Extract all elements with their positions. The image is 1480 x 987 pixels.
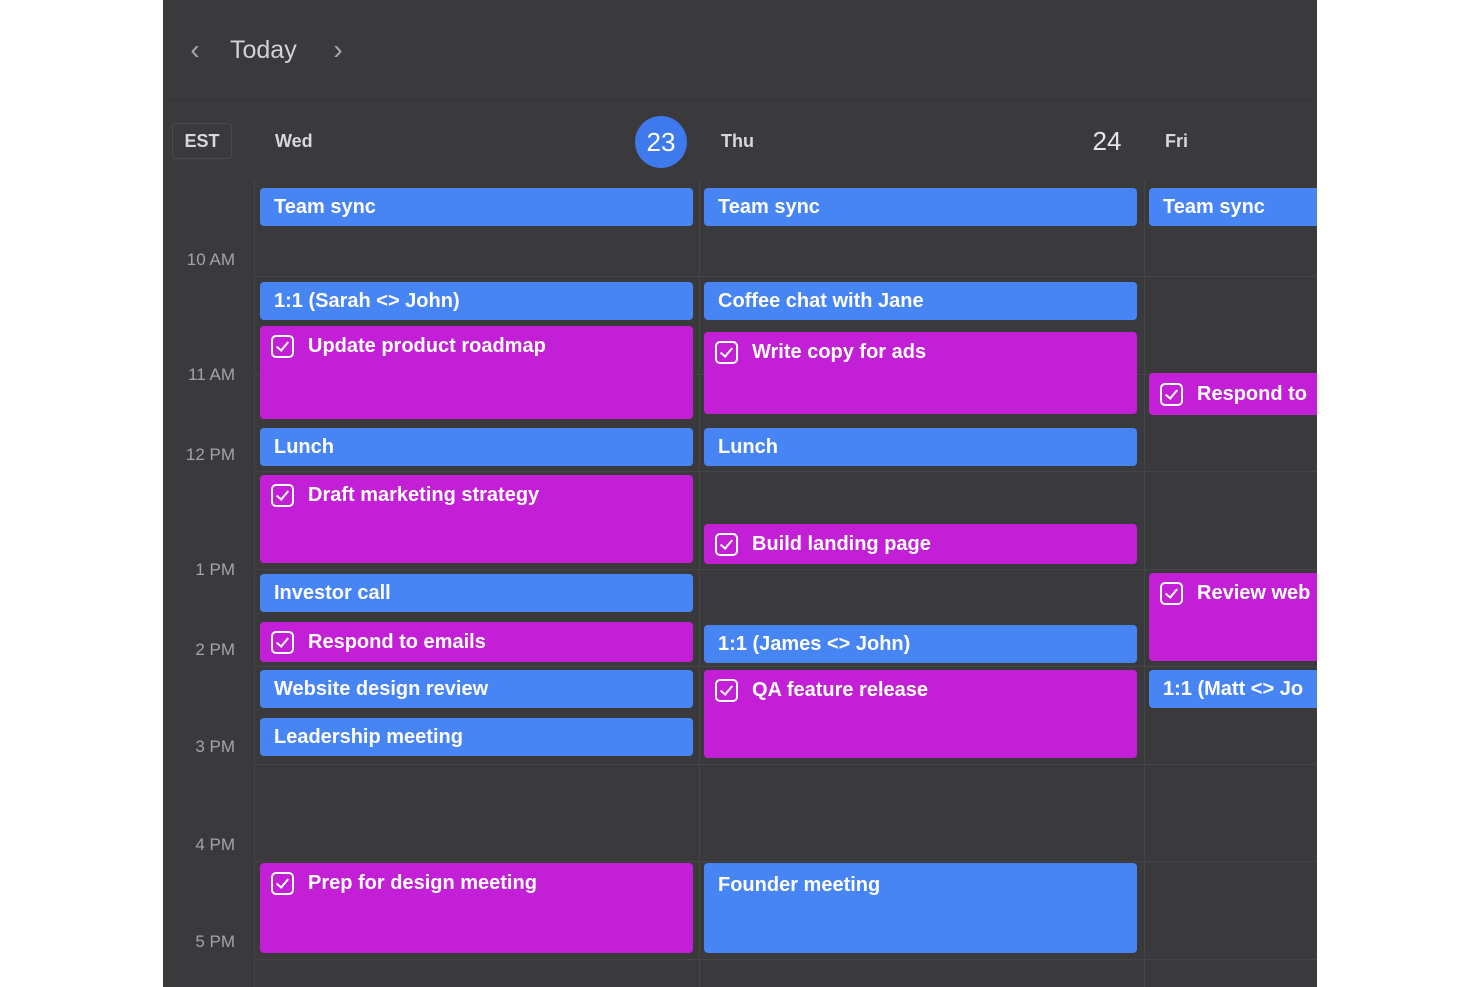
checkbox-icon[interactable]	[715, 679, 738, 702]
hour-line	[254, 861, 1317, 862]
event-one-on-one-james-john[interactable]: 1:1 (James <> John)	[704, 625, 1137, 663]
task-qa-feature-release[interactable]: QA feature release	[704, 670, 1137, 758]
hour-line	[254, 764, 1317, 765]
hour-line	[254, 666, 1317, 667]
event-title: 1:1 (Sarah <> John)	[274, 289, 460, 312]
day-name-wed[interactable]: Wed	[275, 129, 313, 153]
checkbox-icon[interactable]	[1160, 382, 1183, 406]
event-team-sync-fri[interactable]: Team sync	[1149, 188, 1317, 226]
event-team-sync-wed[interactable]: Team sync	[260, 188, 693, 226]
column-divider	[1144, 180, 1145, 987]
event-lunch-thu[interactable]: Lunch	[704, 428, 1137, 466]
task-update-product-roadmap[interactable]: Update product roadmap	[260, 326, 693, 419]
event-leadership-meeting[interactable]: Leadership meeting	[260, 718, 693, 756]
task-prep-for-design-meeting[interactable]: Prep for design meeting	[260, 863, 693, 953]
event-title: Prep for design meeting	[308, 872, 537, 894]
checkbox-icon[interactable]	[271, 335, 294, 358]
calendar-app: ‹ Today › EST Wed 23 Thu 24 Fri 10 AM 11…	[163, 0, 1317, 987]
column-divider	[254, 180, 255, 987]
hour-line	[254, 471, 1317, 472]
event-lunch-wed[interactable]: Lunch	[260, 428, 693, 466]
timezone-label: EST	[172, 123, 232, 159]
event-title: Team sync	[718, 195, 820, 218]
checkbox-icon[interactable]	[271, 872, 294, 895]
event-title: Founder meeting	[718, 874, 881, 896]
task-draft-marketing-strategy[interactable]: Draft marketing strategy	[260, 475, 693, 563]
time-label-4pm: 4 PM	[195, 835, 235, 854]
event-one-on-one-matt[interactable]: 1:1 (Matt <> Jo	[1149, 670, 1317, 708]
task-respond-to-fri[interactable]: Respond to	[1149, 373, 1317, 415]
hour-line	[254, 276, 1317, 277]
chevron-right-icon[interactable]: ›	[326, 32, 350, 68]
toolbar: ‹ Today ›	[163, 0, 1317, 100]
event-title: Respond to emails	[308, 630, 486, 653]
event-coffee-chat-with-jane[interactable]: Coffee chat with Jane	[704, 282, 1137, 320]
event-title: Review web	[1197, 582, 1311, 604]
event-title: Respond to	[1197, 382, 1307, 405]
chevron-left-icon[interactable]: ‹	[183, 32, 207, 68]
day-name-thu[interactable]: Thu	[721, 129, 754, 153]
event-website-design-review[interactable]: Website design review	[260, 670, 693, 708]
event-title: Website design review	[274, 677, 489, 700]
task-build-landing-page[interactable]: Build landing page	[704, 524, 1137, 564]
column-divider	[699, 180, 700, 987]
event-title: 1:1 (James <> John)	[718, 632, 911, 655]
task-write-copy-for-ads[interactable]: Write copy for ads	[704, 332, 1137, 414]
task-review-web[interactable]: Review web	[1149, 573, 1317, 661]
checkbox-icon[interactable]	[1160, 582, 1183, 605]
checkbox-icon[interactable]	[271, 484, 294, 507]
checkbox-icon[interactable]	[715, 532, 738, 556]
event-title: Lunch	[274, 435, 334, 458]
hour-line	[254, 569, 1317, 570]
event-title: Write copy for ads	[752, 341, 927, 363]
checkbox-icon[interactable]	[271, 630, 294, 654]
task-respond-to-emails-wed[interactable]: Respond to emails	[260, 622, 693, 662]
event-title: Build landing page	[752, 532, 931, 555]
event-team-sync-thu[interactable]: Team sync	[704, 188, 1137, 226]
event-founder-meeting[interactable]: Founder meeting	[704, 863, 1137, 953]
hour-line	[254, 959, 1317, 960]
event-title: Lunch	[718, 435, 778, 458]
event-title: Draft marketing strategy	[308, 484, 540, 506]
time-label-5pm: 5 PM	[195, 932, 235, 951]
event-title: Team sync	[1163, 195, 1265, 218]
event-title: QA feature release	[752, 679, 929, 701]
event-title: 1:1 (Matt <> Jo	[1163, 677, 1304, 700]
event-title: Update product roadmap	[308, 335, 546, 357]
day-header-row: EST Wed 23 Thu 24 Fri	[163, 100, 1317, 181]
time-label-11am: 11 AM	[188, 365, 235, 384]
time-label-3pm: 3 PM	[195, 737, 235, 756]
time-label-1pm: 1 PM	[195, 560, 235, 579]
calendar-grid: 10 AM 11 AM 12 PM 1 PM 2 PM 3 PM 4 PM 5 …	[163, 180, 1317, 987]
today-button[interactable]: Today	[230, 32, 297, 68]
event-title: Coffee chat with Jane	[718, 289, 924, 312]
event-one-on-one-sarah-john[interactable]: 1:1 (Sarah <> John)	[260, 282, 693, 320]
day-number-thu[interactable]: 24	[1081, 126, 1133, 156]
day-name-fri[interactable]: Fri	[1165, 129, 1188, 153]
checkbox-icon[interactable]	[715, 341, 738, 364]
event-title: Leadership meeting	[274, 725, 463, 748]
event-title: Team sync	[274, 195, 376, 218]
time-label-2pm: 2 PM	[195, 640, 235, 659]
event-title: Investor call	[274, 581, 391, 604]
time-label-10am: 10 AM	[186, 250, 235, 269]
time-label-12pm: 12 PM	[185, 445, 235, 464]
day-number-wed-today[interactable]: 23	[635, 116, 687, 168]
event-investor-call[interactable]: Investor call	[260, 574, 693, 612]
